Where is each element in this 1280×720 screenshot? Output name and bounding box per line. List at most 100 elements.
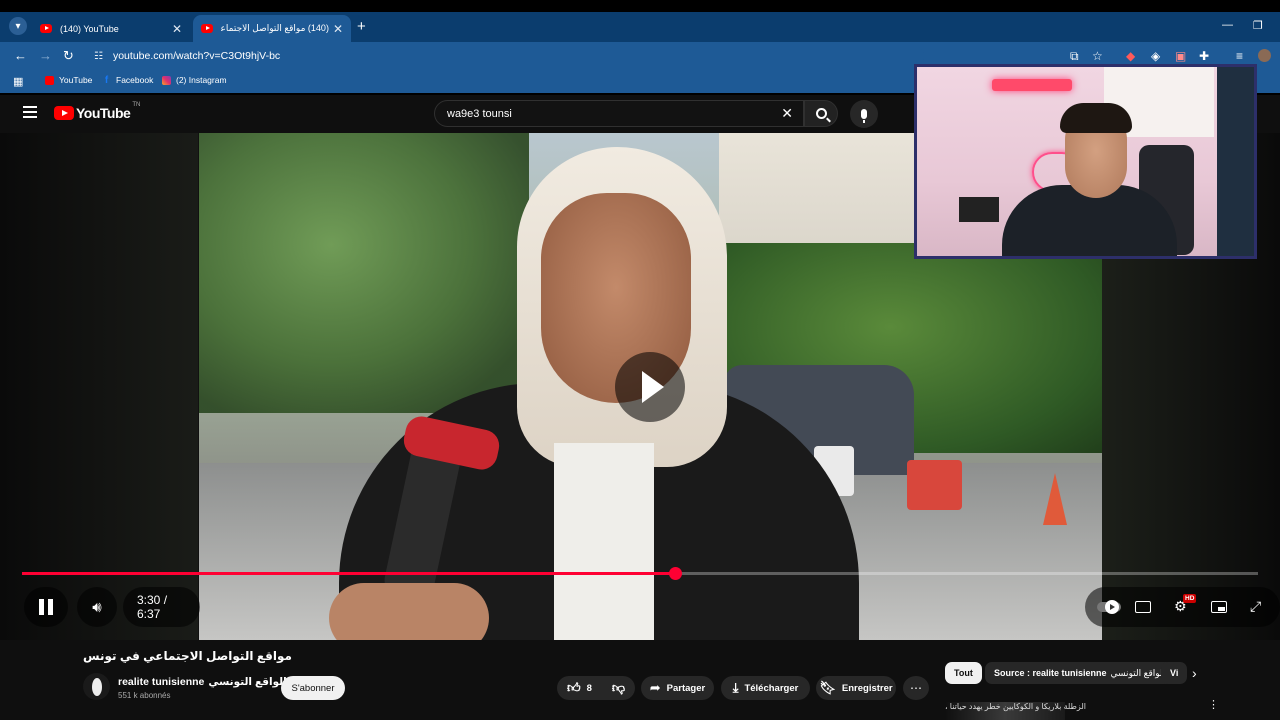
channel-name-arabic: الواقع التونسي — [208, 676, 287, 688]
share-icon: ➦ — [649, 680, 661, 695]
pause-button[interactable] — [24, 587, 68, 627]
extension-diamond-icon[interactable]: ◈ — [1151, 49, 1160, 63]
restore-window-icon[interactable]: ❐ — [1253, 19, 1263, 32]
like-dislike-group: 👍︎ 8 👎︎ — [557, 676, 635, 700]
big-play-icon[interactable] — [615, 352, 685, 422]
chevron-right-icon[interactable]: › — [1192, 665, 1197, 681]
site-info-icon[interactable]: ☷ — [94, 51, 103, 62]
chip-partial[interactable]: Vi — [1161, 662, 1187, 684]
video-shirt — [554, 443, 654, 640]
subscribe-button[interactable]: S'abonner — [281, 676, 345, 700]
search-query: wa9e3 tounsi — [447, 107, 512, 120]
fullscreen-icon[interactable]: ⤢ — [1250, 598, 1261, 615]
chip-source[interactable]: Source : realite tunisienne الواقع التون… — [985, 662, 1175, 684]
browser-tab-youtube[interactable]: (140) YouTube ✕ — [32, 15, 190, 42]
close-tab-icon[interactable]: ✕ — [172, 22, 182, 36]
channel-avatar[interactable] — [83, 673, 110, 700]
tab-title: (140) YouTube — [60, 23, 119, 34]
bookmark-instagram[interactable]: (2) Instagram — [162, 75, 227, 85]
apps-grid-icon[interactable]: ▦ — [13, 75, 23, 88]
channel-name[interactable]: realite tunisienne الواقع التونسي ✓ — [118, 676, 300, 688]
chip-source-arabic: الواقع التونسي — [1110, 667, 1166, 678]
download-icon: ⤓ — [732, 680, 739, 695]
download-button[interactable]: ⤓ Télécharger — [721, 676, 810, 700]
minimize-window-icon[interactable]: — — [1222, 19, 1233, 31]
save-label: Enregistrer — [841, 682, 893, 694]
subscriber-count: 551 k abonnés — [118, 691, 171, 700]
recommendation-more-icon[interactable]: ⋮ — [1208, 698, 1219, 711]
extension-red-icon[interactable]: ◆ — [1126, 49, 1135, 63]
search-input[interactable]: wa9e3 tounsi ✕ — [434, 100, 804, 127]
youtube-icon — [45, 75, 54, 85]
progress-bar[interactable] — [22, 567, 1258, 580]
logo-country-code: TN — [132, 102, 141, 108]
like-count: 8 — [586, 682, 592, 694]
progress-fill — [22, 572, 676, 575]
hd-badge: HD — [1183, 594, 1197, 603]
back-icon[interactable]: ← — [14, 48, 27, 63]
logo-text: YouTube — [76, 105, 131, 121]
extensions-puzzle-icon[interactable]: ✚ — [1199, 49, 1209, 63]
channel-name-latin: realite tunisienne — [118, 676, 205, 688]
thumbs-down-icon: 👎︎ — [611, 680, 626, 695]
recommendation-title[interactable]: الزطلة بلاريكا و الكوكايين خطر يهدد حيات… — [945, 698, 1207, 714]
address-bar[interactable]: ☷ youtube.com/watch?v=C3Ot9hjV-bc — [84, 45, 924, 67]
autoplay-icon[interactable] — [1105, 600, 1119, 614]
install-app-icon[interactable]: ⧉ — [1070, 49, 1079, 64]
more-actions-icon[interactable]: ⋯ — [903, 676, 929, 700]
video-hand — [329, 583, 489, 640]
dislike-button[interactable]: 👎︎ — [602, 676, 635, 700]
time-text: 3:30 / 6:37 — [137, 593, 168, 621]
video-trees — [199, 133, 529, 413]
chip-all[interactable]: Tout — [945, 662, 982, 684]
profile-avatar[interactable] — [1258, 49, 1271, 62]
clear-search-icon[interactable]: ✕ — [781, 105, 793, 122]
url-text: youtube.com/watch?v=C3Ot9hjV-bc — [112, 50, 281, 62]
instagram-icon — [162, 75, 171, 85]
miniplayer-button[interactable] — [1211, 601, 1227, 613]
bookmark-facebook[interactable]: f Facebook — [102, 75, 154, 86]
volume-button[interactable]: 🔊︎ — [77, 587, 117, 627]
save-button[interactable]: 🔖︎ Enregistrer — [816, 676, 896, 700]
extension-calendar-icon[interactable]: ▣ — [1175, 49, 1186, 63]
volume-icon: 🔊︎ — [92, 598, 102, 616]
miniplayer-icon — [1211, 601, 1227, 613]
bookmark-icon: 🔖︎ — [819, 680, 836, 695]
share-button[interactable]: ➦ Partager — [641, 676, 714, 700]
thumbs-up-icon: 👍︎ — [567, 680, 581, 695]
youtube-logo[interactable]: YouTube TN — [54, 102, 141, 121]
webcam-overlay — [914, 64, 1257, 259]
share-label: Partager — [666, 682, 706, 694]
bookmark-star-icon[interactable]: ☆ — [1092, 49, 1103, 63]
tab-search-dropdown-icon[interactable]: ▾ — [9, 17, 27, 35]
new-tab-button[interactable]: + — [357, 18, 366, 35]
reload-icon[interactable]: ↻ — [63, 48, 74, 64]
youtube-favicon-icon — [40, 24, 52, 33]
video-barrier-red — [907, 460, 962, 510]
chip-source-label: Source : realite tunisienne — [994, 668, 1107, 678]
tab-title: (140) مواقع التواصل الاجتماعي في تونس — [221, 23, 329, 33]
voice-search-button[interactable] — [850, 100, 878, 128]
browser-tab-bar: ▾ (140) YouTube ✕ (140) مواقع التواصل ال… — [0, 12, 1280, 42]
subtitles-button[interactable] — [1135, 601, 1151, 613]
close-tab-icon[interactable]: ✕ — [333, 22, 343, 36]
webcam-person-hair — [1060, 103, 1132, 133]
bookmark-label: Facebook — [116, 75, 154, 85]
like-button[interactable]: 👍︎ 8 — [557, 676, 602, 700]
video-title: مواقع التواصل الاجتماعي في تونس — [83, 649, 292, 663]
hamburger-menu-icon[interactable] — [23, 106, 37, 118]
bookmark-label: (2) Instagram — [176, 75, 227, 85]
video-traffic-cone — [1043, 473, 1067, 525]
youtube-logo-icon — [54, 106, 74, 120]
search-button[interactable] — [804, 100, 838, 127]
pause-icon — [39, 599, 53, 615]
forward-icon[interactable]: → — [39, 48, 52, 63]
reading-list-icon[interactable]: ≡ — [1236, 49, 1243, 63]
browser-tab-video[interactable]: (140) مواقع التواصل الاجتماعي في تونس ✕ — [193, 15, 351, 42]
time-display: 3:30 / 6:37 — [123, 587, 200, 627]
bookmark-youtube[interactable]: YouTube — [45, 75, 92, 85]
microphone-icon — [861, 109, 867, 123]
right-controls: ⚙ ⤢ — [1085, 587, 1280, 627]
subtitles-icon — [1135, 601, 1151, 613]
webcam-neon-sign — [992, 79, 1072, 91]
